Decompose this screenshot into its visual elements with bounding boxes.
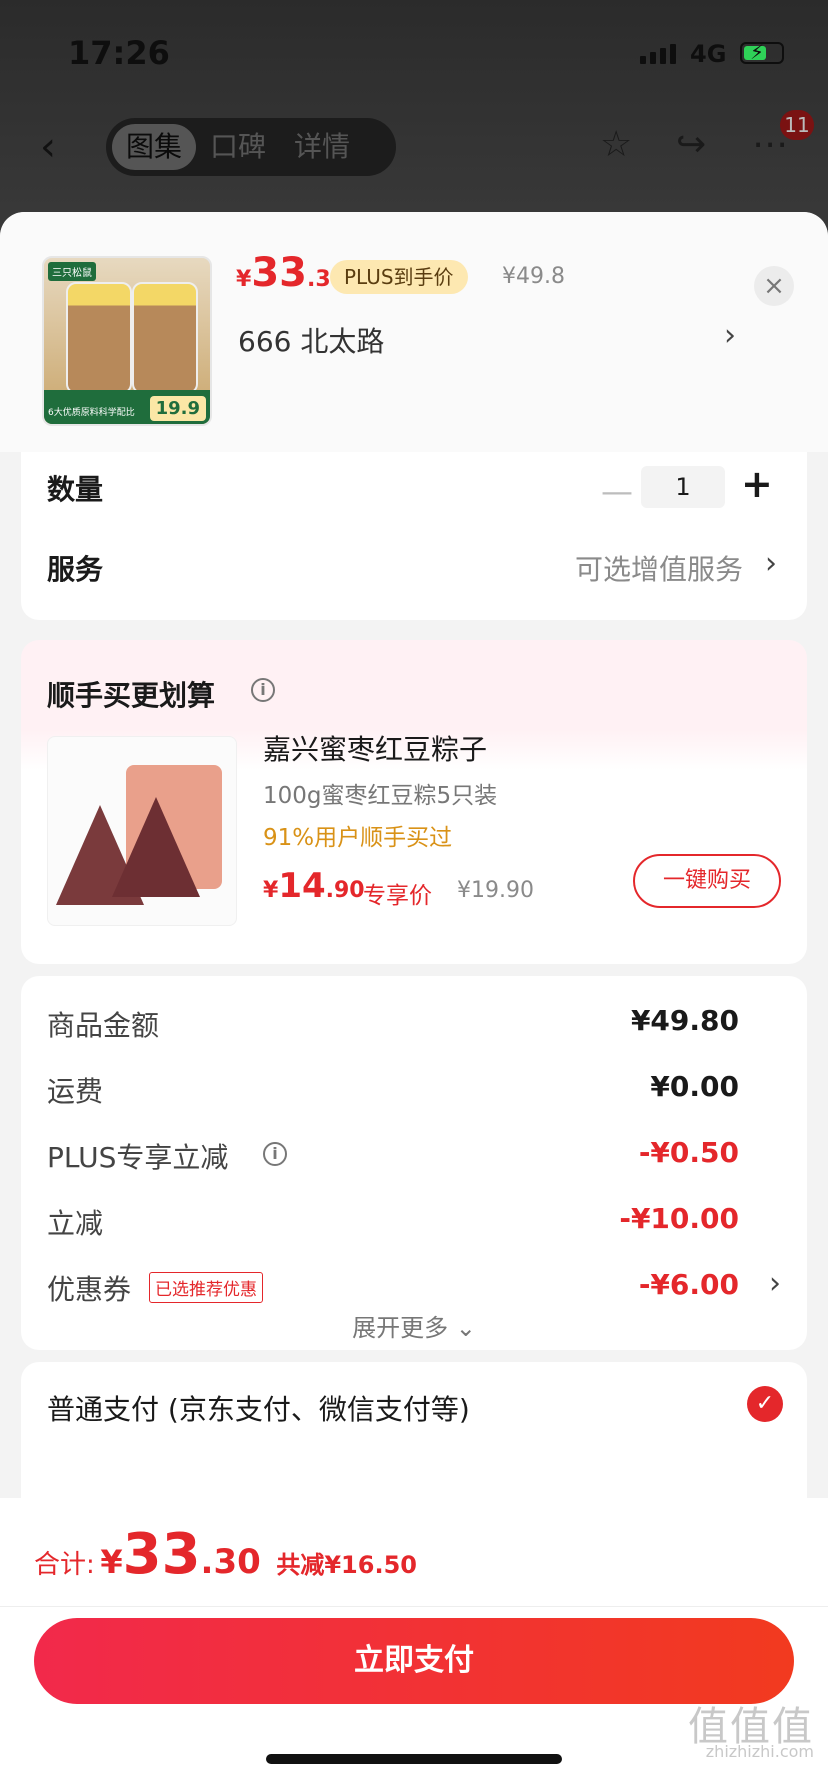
addon-original-price: ¥19.90 xyxy=(457,878,534,903)
addon-title: 顺手买更划算 xyxy=(47,679,216,712)
status-time: 17:26 xyxy=(68,34,170,72)
image-brand: 三只松鼠 xyxy=(48,262,96,281)
star-icon[interactable]: ☆ xyxy=(600,124,632,165)
fee-label: 运费 xyxy=(47,1075,104,1108)
coupon-tag: 已选推荐优惠 xyxy=(149,1272,263,1303)
one-click-buy-button[interactable]: 一键购买 xyxy=(633,854,781,908)
fee-value: ¥49.80 xyxy=(630,1004,739,1037)
notification-badge: 11 xyxy=(780,110,814,140)
tab-gallery[interactable]: 图集 xyxy=(112,124,197,170)
pay-now-button[interactable]: 立即支付 xyxy=(34,1618,794,1704)
info-icon[interactable]: i xyxy=(263,1142,287,1166)
plus-icon[interactable]: + xyxy=(741,462,773,506)
payment-method-label[interactable]: 普通支付 (京东支付、微信支付等) xyxy=(47,1388,470,1428)
checkout-footer: 合计: ¥33.30 共减¥16.50 立即支付 值值值 zhizhizhi.c… xyxy=(0,1498,828,1792)
tab-reviews[interactable]: 口碑 xyxy=(196,124,280,170)
expand-more-link[interactable]: 展开更多 ⌄ xyxy=(21,1308,807,1343)
back-icon[interactable]: ‹ xyxy=(40,124,56,170)
total-saved: 共减¥16.50 xyxy=(276,1551,417,1579)
quantity-label: 数量 xyxy=(47,473,104,506)
fee-breakdown-card: 商品金额 ¥49.80 运费 ¥0.00 PLUS专享立减 i -¥0.50 立… xyxy=(21,976,807,1350)
order-total: 合计: ¥33.30 共减¥16.50 xyxy=(34,1522,417,1587)
original-price: ¥49.8 xyxy=(502,264,565,289)
fee-value: -¥6.00 xyxy=(638,1268,739,1301)
share-icon[interactable]: ↪ xyxy=(676,124,706,165)
product-image: 三只松鼠 6大优质原料科学配比 19.9 xyxy=(42,256,212,426)
fee-row: 立减 -¥10.00 xyxy=(47,1202,781,1242)
fee-label: 商品金额 xyxy=(47,1009,160,1042)
nav-bar: ‹ 图集 口碑 详情 ☆ ↪ ⋯ 11 xyxy=(0,110,828,180)
image-promo: 6大优质原料科学配比 xyxy=(48,408,135,418)
fee-row: 运费 ¥0.00 xyxy=(47,1070,781,1110)
chevron-right-icon[interactable]: › xyxy=(724,318,736,353)
service-label: 服务 xyxy=(47,553,104,586)
fee-label: 立减 xyxy=(47,1207,104,1240)
delivery-address[interactable]: 666 北太路 xyxy=(238,320,384,360)
addon-price-tag: 专享价 xyxy=(363,883,432,909)
divider xyxy=(0,1606,828,1607)
addon-price: ¥14.90 xyxy=(263,866,365,906)
chevron-right-icon[interactable]: › xyxy=(765,546,777,581)
fee-value: -¥0.50 xyxy=(638,1136,739,1169)
tab-switcher: 图集 口碑 详情 xyxy=(106,118,396,176)
status-bar: 17:26 4G ⚡ xyxy=(0,0,828,100)
close-icon[interactable]: × xyxy=(754,266,794,306)
payment-method-card: 普通支付 (京东支付、微信支付等) ✓ xyxy=(21,1362,807,1502)
addon-buyers: 91%用户顺手买过 xyxy=(263,825,453,851)
network-type: 4G xyxy=(690,40,727,68)
fee-label: 优惠券 xyxy=(47,1273,132,1306)
quantity-service-card: 数量 — 1 + 服务 可选增值服务 › xyxy=(21,452,807,620)
fee-row: PLUS专享立减 i -¥0.50 xyxy=(47,1136,781,1176)
product-price: ¥33.3 xyxy=(236,250,331,296)
tab-details[interactable]: 详情 xyxy=(280,124,364,170)
watermark-url: zhizhizhi.com xyxy=(705,1742,814,1761)
signal-icon xyxy=(640,44,676,64)
fee-value: ¥0.00 xyxy=(650,1070,739,1103)
coupon-row[interactable]: 优惠券 已选推荐优惠 -¥6.00 › xyxy=(47,1266,781,1308)
addon-image[interactable] xyxy=(47,736,237,926)
chevron-right-icon[interactable]: › xyxy=(769,1266,781,1301)
addon-card: 顺手买更划算 i 嘉兴蜜枣红豆粽子 100g蜜枣红豆粽5只装 91%用户顺手买过… xyxy=(21,640,807,964)
plus-price-tag: PLUS到手价 xyxy=(330,260,468,294)
minus-icon[interactable]: — xyxy=(601,472,633,510)
home-indicator[interactable] xyxy=(266,1754,562,1764)
checkout-sheet: 三只松鼠 6大优质原料科学配比 19.9 ¥33.3 PLUS到手价 ¥49.8… xyxy=(0,212,828,1792)
addon-desc: 100g蜜枣红豆粽5只装 xyxy=(263,783,498,809)
fee-label: PLUS专享立减 xyxy=(47,1141,229,1174)
fee-row: 商品金额 ¥49.80 xyxy=(47,1004,781,1044)
fee-value: -¥10.00 xyxy=(619,1202,739,1235)
quantity-stepper[interactable]: 1 xyxy=(641,466,725,508)
image-price: 19.9 xyxy=(149,396,206,421)
chevron-down-icon: ⌄ xyxy=(455,1314,476,1342)
service-value[interactable]: 可选增值服务 xyxy=(575,548,743,588)
checkmark-icon[interactable]: ✓ xyxy=(747,1386,783,1422)
info-icon[interactable]: i xyxy=(251,678,275,702)
product-header: 三只松鼠 6大优质原料科学配比 19.9 ¥33.3 PLUS到手价 ¥49.8… xyxy=(0,212,828,452)
addon-name[interactable]: 嘉兴蜜枣红豆粽子 xyxy=(263,728,487,768)
battery-icon: ⚡ xyxy=(740,40,784,64)
